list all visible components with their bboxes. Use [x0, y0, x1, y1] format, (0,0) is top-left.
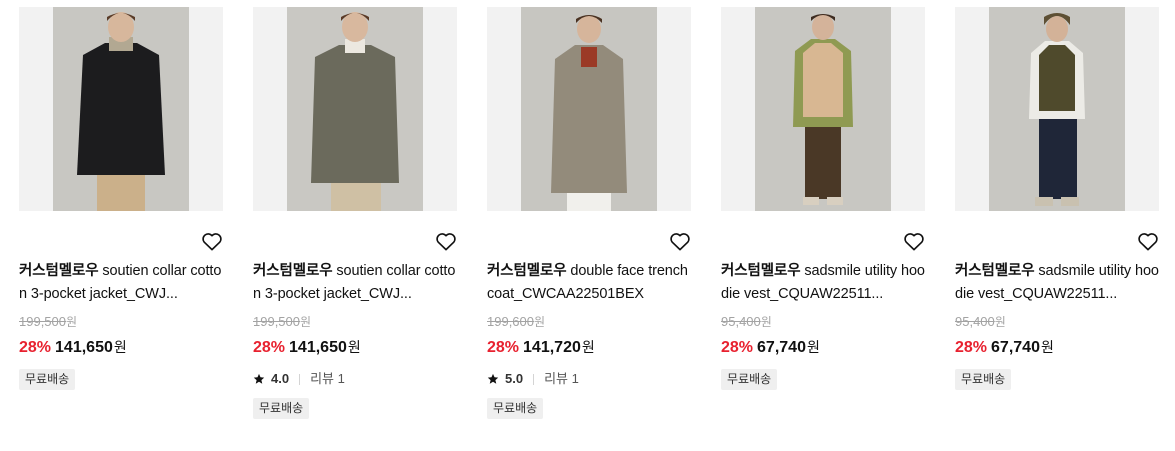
original-price-currency: 원 [760, 315, 772, 329]
brand-name: 커스텀멜로우 [955, 263, 1035, 279]
product-card[interactable]: 커스텀멜로우 sadsmile utility hoodie vest_CQUA… [721, 7, 925, 390]
heart-icon[interactable] [201, 231, 223, 251]
rating-score: 5.0 [505, 371, 524, 386]
product-title[interactable]: 커스텀멜로우 double face trench coat_CWCAA2250… [487, 260, 691, 306]
free-shipping-badge: 무료배송 [955, 369, 1012, 390]
original-price-value: 95,400 [721, 314, 761, 329]
sale-price: 141,650 [289, 339, 347, 356]
heart-icon[interactable] [669, 231, 691, 251]
product-title[interactable]: 커스텀멜로우 sadsmile utility hoodie vest_CQUA… [721, 260, 925, 306]
sale-price-row: 28% 67,740원 [721, 336, 925, 358]
original-price: 199,600원 [487, 313, 691, 331]
sale-price-row: 28% 141,720원 [487, 336, 691, 358]
product-card[interactable]: 커스텀멜로우 double face trench coat_CWCAA2250… [487, 7, 691, 419]
heart-icon[interactable] [903, 231, 925, 251]
sale-price: 67,740 [991, 339, 1040, 356]
free-shipping-badge: 무료배송 [487, 398, 544, 419]
original-price-value: 199,500 [253, 314, 300, 329]
discount-rate: 28% [955, 339, 988, 356]
original-price-value: 199,500 [19, 314, 66, 329]
product-title[interactable]: 커스텀멜로우 soutien collar cotton 3-pocket ja… [19, 260, 223, 306]
product-grid: 커스텀멜로우 soutien collar cotton 3-pocket ja… [0, 0, 1175, 451]
product-thumbnail[interactable] [955, 7, 1159, 211]
free-shipping-badge: 무료배송 [19, 369, 76, 390]
rating-row: 5.0 리뷰 1 [487, 371, 691, 387]
heart-icon[interactable] [435, 231, 457, 251]
brand-name: 커스텀멜로우 [253, 263, 333, 279]
original-price: 199,500원 [19, 313, 223, 331]
divider [299, 373, 301, 385]
sale-price: 67,740 [757, 339, 806, 356]
discount-rate: 28% [19, 339, 52, 356]
star-icon [253, 373, 265, 384]
sale-price: 141,720 [523, 339, 581, 356]
product-card[interactable]: 커스텀멜로우 soutien collar cotton 3-pocket ja… [253, 7, 457, 419]
rating-score: 4.0 [271, 371, 290, 386]
discount-rate: 28% [253, 339, 286, 356]
review-count[interactable]: 리뷰 1 [544, 371, 579, 387]
free-shipping-badge: 무료배송 [721, 369, 778, 390]
product-photo [53, 7, 189, 211]
original-price: 95,400원 [721, 313, 925, 331]
brand-name: 커스텀멜로우 [19, 263, 99, 279]
original-price-currency: 원 [66, 315, 78, 329]
sale-price-currency: 원 [1040, 339, 1054, 355]
product-thumbnail[interactable] [19, 7, 223, 211]
sale-price-currency: 원 [581, 339, 595, 355]
sale-price-currency: 원 [113, 339, 127, 355]
original-price-currency: 원 [534, 315, 546, 329]
product-title[interactable]: 커스텀멜로우 sadsmile utility hoodie vest_CQUA… [955, 260, 1159, 306]
sale-price-row: 28% 141,650원 [253, 336, 457, 358]
brand-name: 커스텀멜로우 [487, 263, 567, 279]
free-shipping-badge: 무료배송 [253, 398, 310, 419]
product-thumbnail[interactable] [487, 7, 691, 211]
product-thumbnail[interactable] [721, 7, 925, 211]
product-photo [521, 7, 657, 211]
sale-price-currency: 원 [347, 339, 361, 355]
sale-price: 141,650 [55, 339, 113, 356]
original-price-value: 199,600 [487, 314, 534, 329]
original-price: 95,400원 [955, 313, 1159, 331]
heart-icon[interactable] [1137, 231, 1159, 251]
divider [533, 373, 535, 385]
sale-price-currency: 원 [806, 339, 820, 355]
sale-price-row: 28% 67,740원 [955, 336, 1159, 358]
product-photo [287, 7, 423, 211]
original-price-value: 95,400 [955, 314, 995, 329]
sale-price-row: 28% 141,650원 [19, 336, 223, 358]
star-icon [487, 373, 499, 384]
original-price-currency: 원 [994, 315, 1006, 329]
review-count[interactable]: 리뷰 1 [310, 371, 345, 387]
original-price-currency: 원 [300, 315, 312, 329]
product-photo [989, 7, 1125, 211]
product-card[interactable]: 커스텀멜로우 soutien collar cotton 3-pocket ja… [19, 7, 223, 390]
product-thumbnail[interactable] [253, 7, 457, 211]
product-card[interactable]: 커스텀멜로우 sadsmile utility hoodie vest_CQUA… [955, 7, 1159, 390]
rating-row: 4.0 리뷰 1 [253, 371, 457, 387]
discount-rate: 28% [721, 339, 754, 356]
product-title[interactable]: 커스텀멜로우 soutien collar cotton 3-pocket ja… [253, 260, 457, 306]
product-photo [755, 7, 891, 211]
original-price: 199,500원 [253, 313, 457, 331]
brand-name: 커스텀멜로우 [721, 263, 801, 279]
discount-rate: 28% [487, 339, 520, 356]
